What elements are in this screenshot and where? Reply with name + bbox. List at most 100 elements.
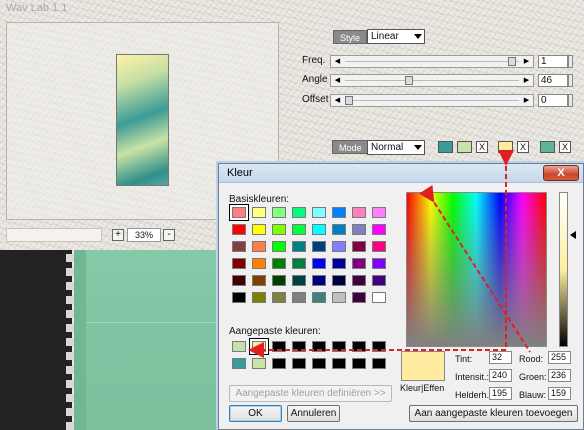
basic-color-cell[interactable] <box>232 258 246 269</box>
basic-color-cell[interactable] <box>232 224 246 235</box>
basic-color-cell[interactable] <box>352 207 366 218</box>
offset-slider[interactable]: ◀ ▶ <box>330 94 534 107</box>
basic-color-cell[interactable] <box>232 207 246 218</box>
color-swatch-2[interactable] <box>457 141 472 153</box>
zoom-value[interactable]: 33% <box>127 228 161 242</box>
tint-field[interactable]: 32 <box>489 351 512 364</box>
freq-slider[interactable]: ◀ ▶ <box>330 55 534 68</box>
basic-color-cell[interactable] <box>252 258 266 269</box>
basic-color-cell[interactable] <box>352 224 366 235</box>
remove-color-2-button[interactable]: X <box>517 141 529 153</box>
basic-color-cell[interactable] <box>332 292 346 303</box>
cancel-button[interactable]: Annuleren <box>287 405 340 422</box>
arrow-left-icon[interactable]: ◀ <box>332 56 343 67</box>
custom-color-cell[interactable] <box>292 341 306 352</box>
dialog-titlebar[interactable]: Kleur X <box>219 164 583 183</box>
luminance-slider[interactable] <box>559 192 568 347</box>
luminance-arrow-icon[interactable] <box>570 231 576 239</box>
mode-dropdown[interactable]: Normal <box>367 140 425 155</box>
arrow-right-icon[interactable]: ▶ <box>521 95 532 106</box>
remove-color-3-button[interactable]: X <box>559 141 571 153</box>
freq-value[interactable]: 1 <box>538 55 568 68</box>
red-field[interactable]: 255 <box>548 351 571 364</box>
angle-slider[interactable]: ◀ ▶ <box>330 74 534 87</box>
basic-color-cell[interactable] <box>312 275 326 286</box>
angle-spinner[interactable] <box>568 74 573 87</box>
basic-color-cell[interactable] <box>332 241 346 252</box>
intensity-field[interactable]: 240 <box>489 369 512 382</box>
basic-color-cell[interactable] <box>312 241 326 252</box>
basic-color-cell[interactable] <box>272 241 286 252</box>
basic-color-cell[interactable] <box>252 275 266 286</box>
custom-color-cell[interactable] <box>312 341 326 352</box>
green-field[interactable]: 236 <box>548 369 571 382</box>
color-swatch-4[interactable] <box>540 141 555 153</box>
basic-color-cell[interactable] <box>292 275 306 286</box>
basic-color-cell[interactable] <box>312 224 326 235</box>
custom-color-cell[interactable] <box>332 341 346 352</box>
basic-color-cell[interactable] <box>292 224 306 235</box>
basic-color-cell[interactable] <box>252 207 266 218</box>
basic-color-cell[interactable] <box>372 258 386 269</box>
custom-color-cell[interactable] <box>272 341 286 352</box>
color-spectrum[interactable] <box>406 192 547 347</box>
basic-color-cell[interactable] <box>352 258 366 269</box>
basic-color-cell[interactable] <box>312 258 326 269</box>
offset-spinner[interactable] <box>568 94 573 107</box>
basic-color-cell[interactable] <box>232 275 246 286</box>
basic-color-cell[interactable] <box>372 275 386 286</box>
basic-color-cell[interactable] <box>232 241 246 252</box>
custom-color-cell[interactable] <box>352 358 366 369</box>
basic-color-cell[interactable] <box>332 224 346 235</box>
basic-color-cell[interactable] <box>372 292 386 303</box>
custom-color-cell[interactable] <box>372 358 386 369</box>
basic-color-cell[interactable] <box>252 292 266 303</box>
custom-color-cell[interactable] <box>352 341 366 352</box>
custom-color-cell[interactable] <box>232 358 246 369</box>
basic-color-cell[interactable] <box>252 241 266 252</box>
basic-color-cell[interactable] <box>352 292 366 303</box>
basic-color-cell[interactable] <box>272 275 286 286</box>
define-custom-colors-button[interactable]: Aangepaste kleuren definiëren >> <box>229 385 392 402</box>
zoom-out-button[interactable]: - <box>163 229 175 241</box>
basic-color-cell[interactable] <box>272 258 286 269</box>
basic-color-cell[interactable] <box>332 275 346 286</box>
close-button[interactable]: X <box>543 165 579 181</box>
custom-color-cell[interactable] <box>272 358 286 369</box>
slider-thumb[interactable] <box>404 76 413 85</box>
basic-color-cell[interactable] <box>272 207 286 218</box>
ok-button[interactable]: OK <box>229 405 282 422</box>
color-swatch-3[interactable] <box>498 141 513 153</box>
arrow-right-icon[interactable]: ▶ <box>521 56 532 67</box>
custom-color-cell[interactable] <box>372 341 386 352</box>
blue-field[interactable]: 159 <box>548 387 571 400</box>
remove-color-1-button[interactable]: X <box>476 141 488 153</box>
basic-color-cell[interactable] <box>292 292 306 303</box>
basic-color-cell[interactable] <box>332 258 346 269</box>
basic-color-cell[interactable] <box>372 241 386 252</box>
crosshair-icon[interactable] <box>424 191 434 201</box>
basic-color-cell[interactable] <box>352 275 366 286</box>
add-to-custom-colors-button[interactable]: Aan aangepaste kleuren toevoegen <box>409 405 578 422</box>
style-dropdown[interactable]: Linear <box>367 29 425 44</box>
freq-spinner[interactable] <box>568 55 573 68</box>
brightness-field[interactable]: 195 <box>489 387 512 400</box>
basic-color-cell[interactable] <box>312 207 326 218</box>
zoom-in-button[interactable]: + <box>112 229 124 241</box>
basic-color-cell[interactable] <box>312 292 326 303</box>
basic-color-cell[interactable] <box>292 207 306 218</box>
custom-color-cell[interactable] <box>252 341 266 352</box>
arrow-left-icon[interactable]: ◀ <box>332 75 343 86</box>
custom-color-cell[interactable] <box>292 358 306 369</box>
slider-thumb[interactable] <box>345 96 353 105</box>
basic-color-cell[interactable] <box>292 241 306 252</box>
basic-color-cell[interactable] <box>352 241 366 252</box>
offset-value[interactable]: 0 <box>538 94 568 107</box>
basic-color-cell[interactable] <box>292 258 306 269</box>
custom-color-cell[interactable] <box>312 358 326 369</box>
custom-color-cell[interactable] <box>252 358 266 369</box>
arrow-left-icon[interactable]: ◀ <box>332 95 343 106</box>
slider-thumb[interactable] <box>507 57 516 66</box>
basic-color-cell[interactable] <box>232 292 246 303</box>
basic-color-cell[interactable] <box>272 224 286 235</box>
